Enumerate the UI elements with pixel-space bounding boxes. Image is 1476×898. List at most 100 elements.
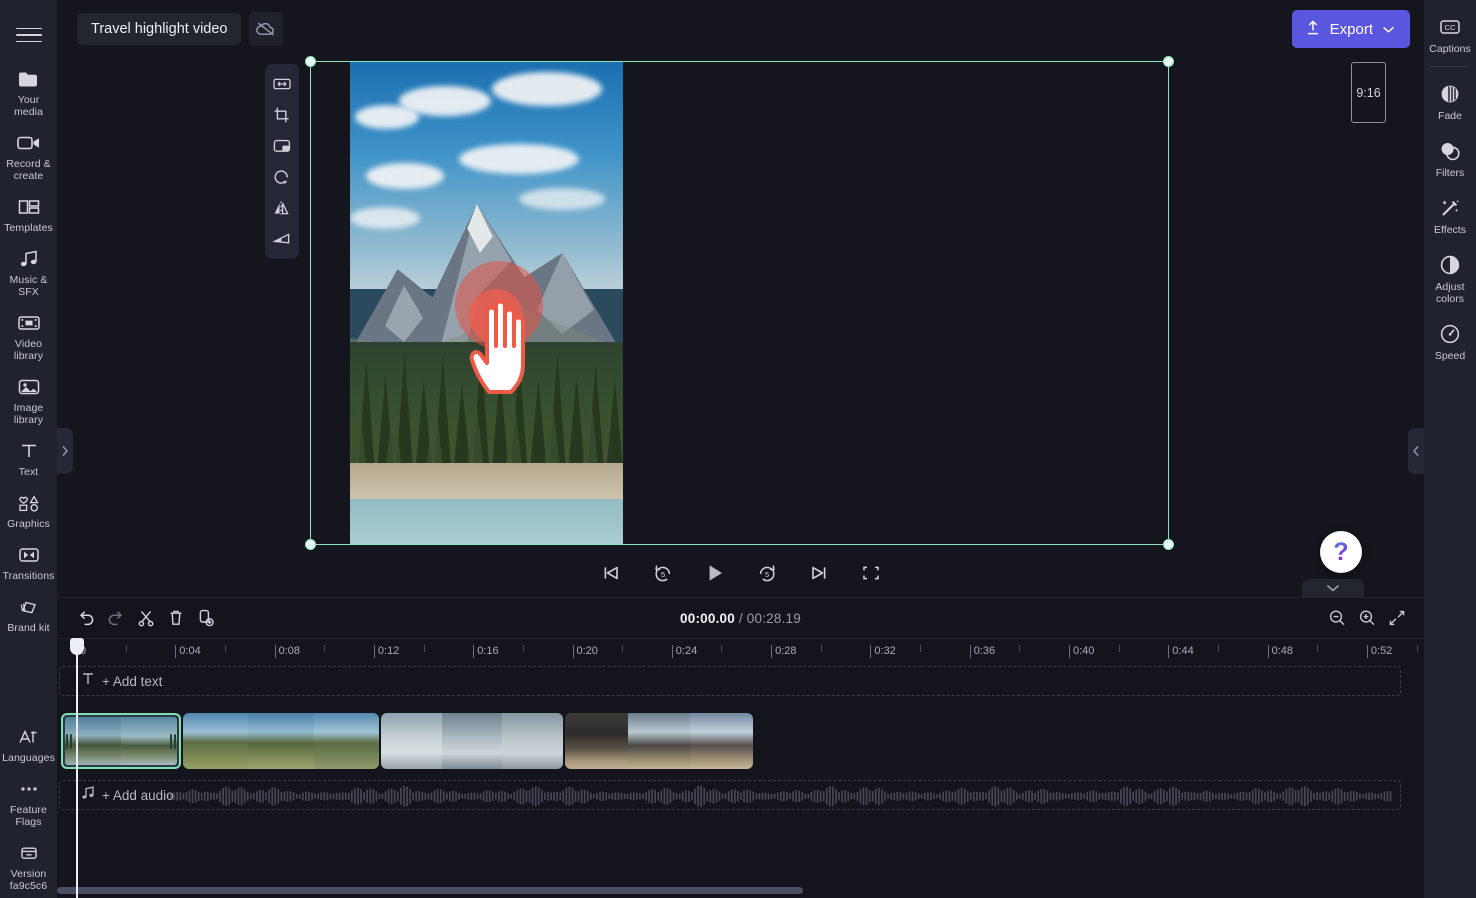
skip-forward-icon[interactable] <box>802 556 836 590</box>
sidebar-label: Text <box>18 466 39 478</box>
text-track[interactable]: + Add text <box>59 666 1401 696</box>
sidebar-item-languages[interactable]: Languages <box>0 718 57 770</box>
video-track <box>61 713 753 769</box>
audio-waveform <box>168 785 1392 807</box>
ruler-tick: 0:12 <box>373 645 399 658</box>
crop-icon[interactable] <box>267 100 297 130</box>
sidebar-item-templates[interactable]: Templates <box>0 188 57 240</box>
scrollbar-thumb[interactable] <box>57 887 803 894</box>
ruler-tick-minor <box>125 645 127 652</box>
skew-icon[interactable] <box>267 224 297 254</box>
project-title-input[interactable]: Travel highlight video <box>77 13 242 45</box>
music-note-icon <box>16 247 42 271</box>
rotate-icon[interactable] <box>267 162 297 192</box>
sidebar-item-music-sfx[interactable]: Music & SFX <box>0 240 57 304</box>
fade-icon <box>1437 82 1463 106</box>
picture-in-picture-icon[interactable] <box>267 131 297 161</box>
ruler-tick-label: 0:20 <box>576 645 598 657</box>
resize-handle-top-left[interactable] <box>305 56 316 67</box>
sidebar-item-filters[interactable]: Filters <box>1424 130 1476 187</box>
trim-handle-right[interactable] <box>167 715 179 767</box>
redo-button[interactable] <box>101 603 131 633</box>
sidebar-item-video-library[interactable]: Video library <box>0 304 57 368</box>
sidebar-item-text[interactable]: Text <box>0 432 57 484</box>
ruler-tick-label: 0:48 <box>1271 645 1294 657</box>
resize-handle-bottom-right[interactable] <box>1163 539 1174 550</box>
divider <box>1430 66 1470 67</box>
ruler-tick-label: 0:24 <box>675 645 698 657</box>
sidebar-item-effects[interactable]: Effects <box>1424 187 1476 244</box>
timeline-scrollbar[interactable] <box>57 887 1424 896</box>
thumbnail <box>381 713 442 769</box>
table-row[interactable] <box>183 713 379 769</box>
ruler-tick: 0:44 <box>1168 645 1194 658</box>
flip-horizontal-icon[interactable] <box>267 193 297 223</box>
resize-handle-bottom-left[interactable] <box>305 539 316 550</box>
skip-back-icon[interactable] <box>594 556 628 590</box>
sidebar-item-graphics[interactable]: Graphics <box>0 484 57 536</box>
image-icon <box>16 375 42 399</box>
sidebar-item-your-media[interactable]: Your media <box>0 60 57 124</box>
sidebar-item-feature-flags[interactable]: Feature Flags <box>0 770 57 834</box>
ruler-tick: 0:24 <box>671 645 697 658</box>
zoom-in-button[interactable] <box>1352 603 1382 633</box>
fullscreen-icon[interactable] <box>854 556 888 590</box>
table-row[interactable] <box>565 713 753 769</box>
ruler-tick-minor <box>820 645 822 652</box>
zoom-out-button[interactable] <box>1322 603 1352 633</box>
effects-wand-icon <box>1437 196 1463 220</box>
cloud-off-icon[interactable] <box>249 12 284 46</box>
trim-handle-left[interactable] <box>63 715 75 767</box>
duplicate-button[interactable] <box>191 603 221 633</box>
sidebar-label: Graphics <box>7 518 50 530</box>
sidebar-label: Record & create <box>6 158 51 182</box>
playhead[interactable] <box>70 638 84 898</box>
table-row[interactable] <box>61 713 181 769</box>
forward-5-icon[interactable]: 5 <box>750 556 784 590</box>
fit-timeline-button[interactable] <box>1382 603 1412 633</box>
playhead-knob[interactable] <box>70 638 84 655</box>
ruler-tick-minor <box>324 645 326 652</box>
ruler-tick-label: 0:32 <box>874 645 896 657</box>
play-button[interactable] <box>698 556 732 590</box>
help-button[interactable]: ? <box>1320 531 1362 573</box>
right-panel-toggle[interactable] <box>1408 428 1424 474</box>
sidebar-item-brand-kit[interactable]: Brand kit <box>0 588 57 640</box>
ruler-tick-minor <box>224 645 226 652</box>
fit-width-icon[interactable] <box>267 69 297 99</box>
sidebar-item-fade[interactable]: Fade <box>1424 73 1476 130</box>
sidebar-item-captions[interactable]: CC Captions <box>1424 6 1476 63</box>
sidebar-item-version[interactable]: Version fa9c5c6 <box>0 834 57 898</box>
hamburger-menu-icon[interactable] <box>0 10 57 60</box>
ellipsis-icon <box>16 777 42 801</box>
text-t-icon <box>80 671 96 691</box>
left-panel-toggle[interactable] <box>57 428 73 474</box>
add-audio-label: + Add audio <box>102 787 174 803</box>
sidebar-item-image-library[interactable]: Image library <box>0 368 57 432</box>
aspect-ratio-badge[interactable]: 9:16 <box>1351 62 1386 123</box>
svg-text:5: 5 <box>764 570 768 579</box>
text-t-icon <box>16 439 42 463</box>
audio-track[interactable]: + Add audio <box>59 780 1401 810</box>
sidebar-item-adjust-colors[interactable]: Adjust colors <box>1424 244 1476 313</box>
resize-handle-top-right[interactable] <box>1163 56 1174 67</box>
clip-tool-palette <box>265 64 299 259</box>
ruler-tick-label: 0:04 <box>179 645 201 657</box>
ruler-tick-label: 0:28 <box>775 645 797 657</box>
delete-button[interactable] <box>161 603 191 633</box>
sidebar-label: Brand kit <box>7 622 50 634</box>
sidebar-label: Image library <box>13 402 44 426</box>
ruler-tick-label: 0:16 <box>477 645 499 657</box>
sidebar-item-transitions[interactable]: Transitions <box>0 536 57 588</box>
rewind-5-icon[interactable]: 5 <box>646 556 680 590</box>
sidebar-item-speed[interactable]: Speed <box>1424 313 1476 370</box>
undo-button[interactable] <box>71 603 101 633</box>
table-row[interactable] <box>381 713 563 769</box>
export-button[interactable]: Export <box>1291 10 1410 48</box>
sidebar-item-record-create[interactable]: Record & create <box>0 124 57 188</box>
top-toolbar: Travel highlight video Export <box>57 0 1424 58</box>
timeline-ruler[interactable]: 00:040:080:120:160:200:240:280:320:360:4… <box>57 639 1424 667</box>
selection-frame[interactable] <box>305 56 1174 550</box>
ruler-tick: 0:16 <box>473 645 499 658</box>
split-button[interactable] <box>131 603 161 633</box>
